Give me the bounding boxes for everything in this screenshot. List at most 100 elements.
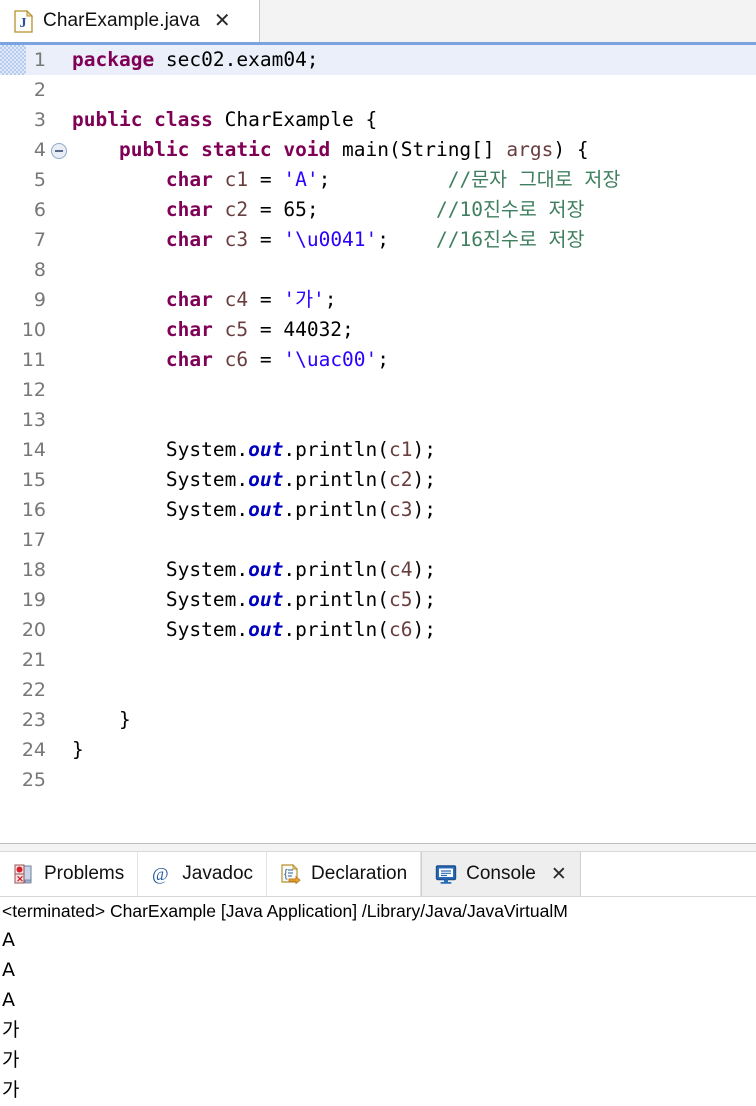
code-line[interactable]: 1 package sec02.exam04; [0, 45, 756, 75]
code-text: char c3 = '\u0041'; //16진수로 저장 [165, 228, 585, 251]
fold-collapse-icon[interactable] [50, 141, 68, 159]
console-monitor-icon [435, 863, 457, 885]
console-output-line: A [2, 929, 15, 951]
line-number: 24 [21, 739, 46, 761]
line-number: 14 [21, 439, 46, 461]
svg-text:@: @ [152, 864, 169, 884]
line-number: 11 [21, 349, 46, 371]
line-number: 2 [33, 79, 46, 101]
code-text: package sec02.exam04; [72, 48, 319, 71]
code-text: System.out.println(c3); [72, 498, 436, 521]
code-text: char c2 = 65; //10진수로 저장 [165, 198, 585, 221]
code-text: System.out.println(c6); [72, 618, 436, 641]
panel-splitter[interactable] [0, 843, 756, 852]
bottom-tab-javadoc[interactable]: @ Javadoc [138, 852, 268, 896]
code-text: char c5 = 44032; [165, 318, 354, 341]
code-line[interactable]: 18 System.out.println(c4); [0, 555, 756, 585]
line-number: 19 [21, 589, 46, 611]
code-line[interactable]: 9 char c4 = '가'; [0, 285, 756, 315]
code-line[interactable]: 7 char c3 = '\u0041'; //16진수로 저장 [0, 225, 756, 255]
code-line[interactable]: 14 System.out.println(c1); [0, 435, 756, 465]
line-number: 12 [21, 379, 46, 401]
declaration-icon: { [280, 863, 302, 885]
bottom-panel-tab-bar: ✕ Problems @ Javadoc { Declaration Console ✕ [0, 852, 756, 897]
svg-text:{: { [284, 868, 288, 880]
editor-tab-charexample-java[interactable]: J CharExample.java ✕ [0, 0, 260, 42]
console-output-line: 가 [2, 1019, 20, 1041]
code-line[interactable]: 24} [0, 735, 756, 765]
code-line[interactable]: 13 [0, 405, 756, 435]
console-output-line: 가 [2, 1049, 20, 1071]
java-file-icon: J [14, 9, 34, 33]
javadoc-at-icon: @ [151, 863, 173, 885]
code-text: System.out.println(c1); [72, 438, 436, 461]
code-line[interactable]: 16 System.out.println(c3); [0, 495, 756, 525]
code-line[interactable]: 20 System.out.println(c6); [0, 615, 756, 645]
code-line[interactable]: 6 char c2 = 65; //10진수로 저장 [0, 195, 756, 225]
bottom-tab-label: Console [466, 863, 536, 884]
line-number: 23 [21, 709, 46, 731]
line-number: 13 [21, 409, 46, 431]
code-line[interactable]: 8 [0, 255, 756, 285]
line-number: 3 [33, 109, 46, 131]
code-text: public static void main(String[] args) { [118, 138, 589, 161]
code-line[interactable]: 22 [0, 675, 756, 705]
bottom-tab-problems[interactable]: ✕ Problems [0, 852, 139, 896]
code-text: char c1 = 'A'; //문자 그대로 저장 [165, 168, 621, 191]
svg-text:✕: ✕ [16, 874, 24, 884]
code-line[interactable]: 5 char c1 = 'A'; //문자 그대로 저장 [0, 165, 756, 195]
line-number: 15 [21, 469, 46, 491]
line-number: 20 [21, 619, 46, 641]
code-line[interactable]: 10 char c5 = 44032; [0, 315, 756, 345]
bottom-panel: ✕ Problems @ Javadoc {Declaration Console ✕ <t… [0, 852, 756, 1106]
line-number: 10 [21, 319, 46, 341]
line-number: 17 [21, 529, 46, 551]
bottom-tab-label: Problems [44, 863, 125, 884]
line-number: 7 [33, 229, 46, 251]
console-output-line: A [2, 989, 15, 1011]
code-line[interactable]: 4 public static void main(String[] args)… [0, 135, 756, 165]
problems-icon: ✕ [13, 863, 35, 885]
bottom-tab-console[interactable]: Console ✕ [421, 852, 581, 896]
code-line[interactable]: 3 public class CharExample { [0, 105, 756, 135]
svg-text:J: J [20, 16, 27, 31]
bottom-tab-label: Javadoc [182, 863, 254, 884]
code-text: System.out.println(c5); [72, 588, 436, 611]
console-output-line: A [2, 959, 15, 981]
code-line[interactable]: 17 [0, 525, 756, 555]
line-number: 1 [33, 49, 46, 71]
line-number: 4 [33, 139, 46, 161]
code-line[interactable]: 25 [0, 765, 756, 795]
eclipse-ide-window: J CharExample.java ✕ 1 package sec02.exam… [0, 0, 756, 1106]
bottom-tab-label: Declaration [311, 863, 408, 884]
code-line[interactable]: 23 } [0, 705, 756, 735]
console-output[interactable]: AAA가가가 [0, 923, 756, 1106]
editor-tab-bar: J CharExample.java ✕ [0, 0, 756, 45]
bottom-tab-declaration[interactable]: { Declaration [267, 852, 422, 896]
code-line[interactable]: 11 char c6 = '\uac00'; [0, 345, 756, 375]
code-line[interactable]: 12 [0, 375, 756, 405]
line-number: 6 [33, 199, 46, 221]
line-number: 22 [21, 679, 46, 701]
code-line[interactable]: 2 [0, 75, 756, 105]
code-text: System.out.println(c2); [72, 468, 436, 491]
code-editor[interactable]: 1 package sec02.exam04; 2 3 public class Cha… [0, 45, 756, 843]
code-text: char c6 = '\uac00'; [165, 348, 390, 371]
code-line[interactable]: 19 System.out.println(c5); [0, 585, 756, 615]
console-output-line: 가 [2, 1079, 20, 1101]
close-icon[interactable]: ✕ [210, 11, 231, 31]
line-number: 21 [21, 649, 46, 671]
line-number: 16 [21, 499, 46, 521]
tab-bar-filler [581, 852, 756, 896]
code-text: } [72, 738, 84, 761]
close-icon[interactable]: ✕ [545, 863, 567, 886]
code-line[interactable]: 15 System.out.println(c2); [0, 465, 756, 495]
editor-tab-label: CharExample.java [43, 10, 200, 31]
line-number: 5 [33, 169, 46, 191]
code-text: char c4 = '가'; [165, 288, 337, 311]
line-number: 25 [21, 769, 46, 791]
line-number: 8 [33, 259, 46, 281]
line-number: 18 [21, 559, 46, 581]
code-line[interactable]: 21 [0, 645, 756, 675]
code-text: System.out.println(c4); [72, 558, 436, 581]
